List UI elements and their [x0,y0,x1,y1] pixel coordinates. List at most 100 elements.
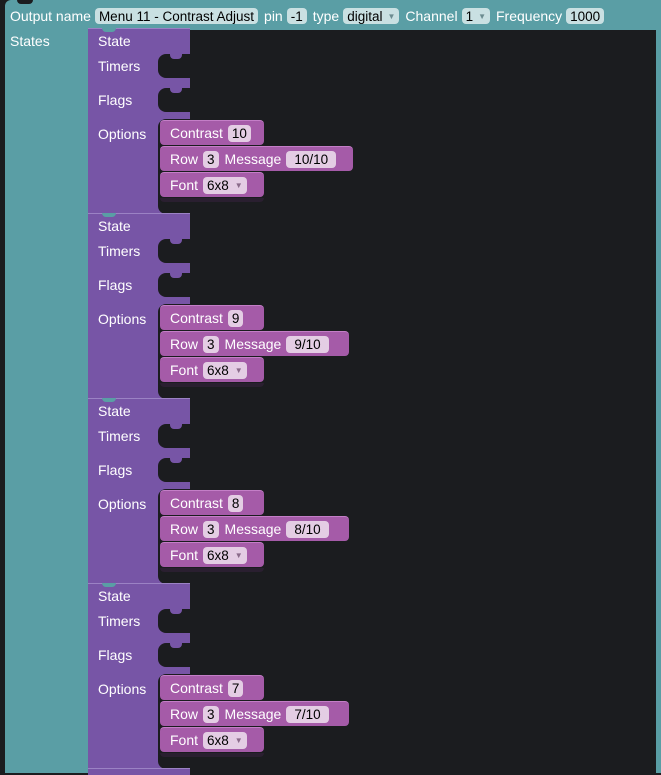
chevron-down-icon: ▼ [234,735,243,745]
block-shadow [160,383,264,387]
state-label: State [98,588,131,604]
options-label: Options [98,311,147,327]
block-shadow [160,568,264,572]
message-field[interactable]: 7/10 [286,705,329,723]
state-label: State [98,403,131,419]
font-dropdown[interactable]: 6x8 ▼ [203,361,247,379]
message-field[interactable]: 9/10 [286,335,329,353]
block-shadow [160,198,264,202]
contrast-label: Contrast [170,310,223,326]
contrast-block[interactable]: Contrast 10 [160,120,264,145]
state-label: State [98,218,131,234]
socket-nub [170,643,182,648]
font-dropdown[interactable]: 6x8 ▼ [203,176,247,194]
font-label: Font [170,547,199,563]
font-label: Font [170,177,199,193]
socket-nub [170,273,182,278]
message-field[interactable]: 10/10 [286,150,337,168]
block-shadow [160,753,264,757]
contrast-field[interactable]: 9 [227,309,244,327]
contrast-label: Contrast [170,125,223,141]
channel-dropdown[interactable]: 1 ▼ [461,8,490,24]
contrast-field[interactable]: 7 [227,679,244,697]
chevron-down-icon: ▼ [478,11,486,21]
pin-field[interactable]: -1 [286,8,307,24]
row-label: Row [170,521,199,537]
message-label: Message [224,521,282,537]
block-notch [102,28,116,32]
font-block[interactable]: Font 6x8 ▼ [160,727,264,752]
font-block[interactable]: Font 6x8 ▼ [160,542,264,567]
block-notch [17,0,33,4]
row-label: Row [170,706,199,722]
font-dropdown[interactable]: 6x8 ▼ [203,731,247,749]
output-name-field[interactable]: Menu 11 - Contrast Adjust [94,8,259,24]
channel-value: 1 [465,8,474,24]
contrast-field[interactable]: 10 [227,124,251,142]
type-label: type [312,8,340,24]
font-label: Font [170,732,199,748]
font-value: 6x8 [207,362,229,378]
contrast-block[interactable]: Contrast 7 [160,675,264,700]
row-field[interactable]: 3 [203,705,219,723]
type-value: digital [347,8,383,24]
row-message-block[interactable]: Row 3 Message 7/10 [160,701,349,726]
contrast-block[interactable]: Contrast 8 [160,490,264,515]
message-label: Message [224,706,282,722]
message-field[interactable]: 8/10 [286,520,329,538]
socket-nub [170,239,182,244]
block-notch [102,398,116,402]
contrast-field[interactable]: 8 [227,494,244,512]
timers-label: Timers [98,428,141,444]
options-label: Options [98,496,147,512]
row-message-block[interactable]: Row 3 Message 10/10 [160,146,353,171]
flags-label: Flags [98,92,133,108]
socket-nub [170,54,182,59]
chevron-down-icon: ▼ [234,550,243,560]
font-value: 6x8 [207,732,229,748]
flags-label: Flags [98,647,133,663]
pin-label: pin [264,8,283,24]
socket-nub [170,458,182,463]
frequency-field[interactable]: 1000 [566,8,605,24]
options-label: Options [98,681,147,697]
flags-label: Flags [98,462,133,478]
font-value: 6x8 [207,547,229,563]
chevron-down-icon: ▼ [387,11,396,21]
row-message-block[interactable]: Row 3 Message 8/10 [160,516,349,541]
row-message-block[interactable]: Row 3 Message 9/10 [160,331,349,356]
chevron-down-icon: ▼ [234,180,243,190]
channel-label: Channel [405,8,458,24]
row-field[interactable]: 3 [203,520,219,538]
timers-label: Timers [98,58,141,74]
socket-nub [170,88,182,93]
state-label: State [98,33,131,49]
contrast-label: Contrast [170,495,223,511]
row-field[interactable]: 3 [203,150,219,168]
type-dropdown[interactable]: digital ▼ [343,8,400,24]
block-notch [102,583,116,587]
timers-label: Timers [98,243,141,259]
states-label: States [10,33,50,49]
message-label: Message [224,336,282,352]
row-label: Row [170,336,199,352]
output-header: Output name Menu 11 - Contrast Adjust pi… [10,6,610,26]
message-label: Message [224,151,282,167]
font-dropdown[interactable]: 6x8 ▼ [203,546,247,564]
row-field[interactable]: 3 [203,335,219,353]
output-name-label: Output name [10,8,91,24]
state-block-partial[interactable] [88,768,190,775]
options-label: Options [98,126,147,142]
frequency-label: Frequency [496,8,563,24]
socket-nub [170,609,182,614]
font-block[interactable]: Font 6x8 ▼ [160,357,264,382]
font-block[interactable]: Font 6x8 ▼ [160,172,264,197]
socket-nub [170,424,182,429]
font-value: 6x8 [207,177,229,193]
contrast-block[interactable]: Contrast 9 [160,305,264,330]
flags-label: Flags [98,277,133,293]
contrast-label: Contrast [170,680,223,696]
font-label: Font [170,362,199,378]
row-label: Row [170,151,199,167]
timers-label: Timers [98,613,141,629]
